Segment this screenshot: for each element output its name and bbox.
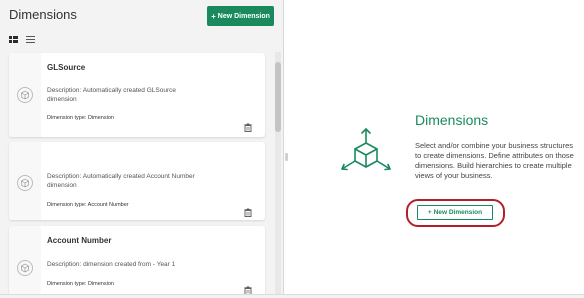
page-title: Dimensions (9, 7, 77, 22)
card-dimension-type: Dimension type: Account Number (47, 202, 129, 208)
plus-icon: + (427, 209, 432, 216)
dimensions-empty-state-panel: Dimensions Select and/or combine your bu… (289, 0, 584, 298)
scroll-thumb[interactable] (275, 62, 281, 132)
card-description: Description: Automatically created Accou… (47, 173, 195, 189)
view-toggle (9, 36, 35, 43)
new-dimension-center-button-label: New Dimension (433, 209, 483, 216)
dimension-icon (17, 260, 33, 276)
dimensions-list-panel: Dimensions + New Dimension GLSource Desc… (0, 0, 284, 298)
trash-icon[interactable] (244, 119, 252, 132)
card-title: GLSource (47, 63, 86, 72)
empty-state-description: Select and/or combine your business stru… (415, 141, 574, 180)
dimension-icon (17, 175, 33, 191)
dimension-card[interactable]: Account Number Description: dimension cr… (9, 226, 265, 298)
scrollbar[interactable] (275, 52, 281, 298)
cube-arrows-icon (337, 125, 395, 183)
card-view-icon[interactable] (9, 36, 18, 43)
bottom-bar (0, 294, 584, 298)
card-dimension-type: Dimension type: Dimension (47, 281, 114, 287)
plus-icon: + (211, 11, 216, 21)
pane-splitter-handle[interactable] (285, 153, 288, 161)
new-dimension-button[interactable]: + New Dimension (207, 6, 274, 26)
dimension-icon (17, 87, 33, 103)
dimension-card-list: GLSource Description: Automatically crea… (0, 46, 284, 298)
app-window: Dimensions + New Dimension GLSource Desc… (0, 0, 584, 298)
empty-state-title: Dimensions (415, 112, 489, 128)
list-header: Dimensions + New Dimension (0, 0, 284, 32)
card-dimension-type: Dimension type: Dimension (47, 115, 114, 121)
card-description: Description: Automatically created GLSou… (47, 87, 176, 103)
trash-icon[interactable] (244, 282, 252, 295)
dimension-card[interactable]: Description: Automatically created Accou… (9, 142, 265, 220)
dimension-card[interactable]: GLSource Description: Automatically crea… (9, 53, 265, 137)
list-view-icon[interactable] (26, 36, 35, 43)
new-dimension-button-label: New Dimension (217, 12, 270, 20)
card-title: Account Number (47, 236, 112, 245)
card-description: Description: dimension created from - Ye… (47, 261, 176, 268)
trash-icon[interactable] (244, 204, 252, 217)
new-dimension-center-button[interactable]: + New Dimension (417, 205, 493, 220)
